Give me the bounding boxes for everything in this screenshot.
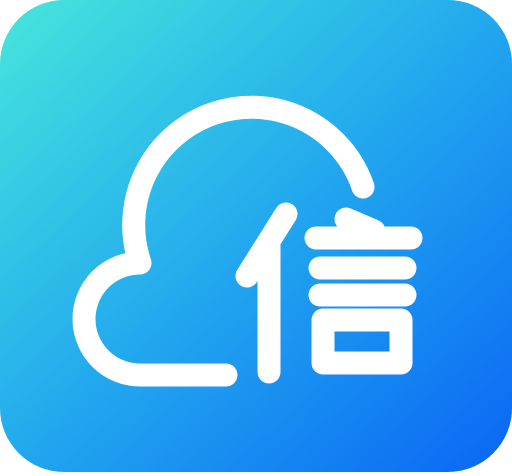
app-icon	[0, 0, 512, 472]
icon-background	[0, 0, 512, 472]
app-icon-svg	[0, 0, 512, 472]
